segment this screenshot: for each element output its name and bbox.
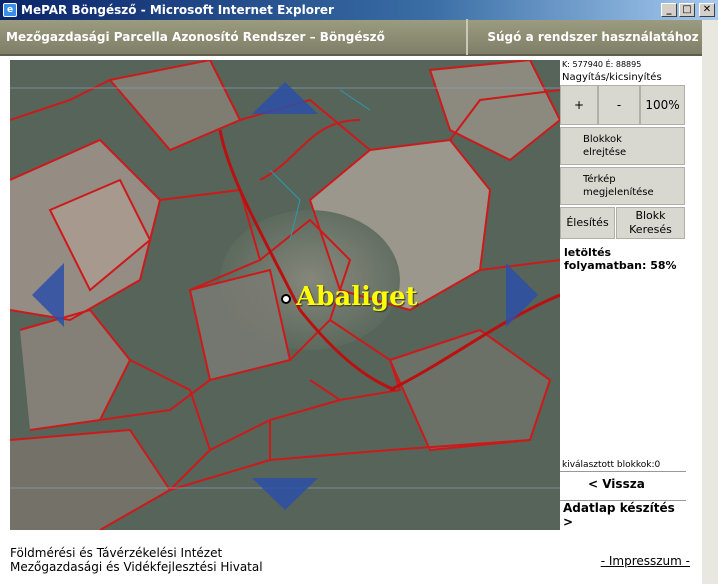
- window-title: MePAR Böngésző - Microsoft Internet Expl…: [21, 3, 334, 17]
- app-title: Mezőgazdasági Parcella Azonosító Rendsze…: [6, 30, 385, 44]
- show-map-button[interactable]: Térkép megjelenítése: [560, 167, 685, 205]
- zoom-label: Nagyítás/kicsinyítés: [562, 72, 662, 83]
- download-status-line-1: letöltés: [564, 246, 612, 259]
- create-datasheet-button[interactable]: Adatlap készítés >: [560, 501, 686, 529]
- coordinates-readout: K: 577940 É: 88895: [562, 60, 642, 69]
- vertical-scrollbar[interactable]: [702, 20, 718, 584]
- block-search-label-1: Blokk: [635, 209, 666, 222]
- place-name-label: Abaliget: [296, 282, 418, 312]
- help-link[interactable]: Súgó a rendszer használatához: [466, 19, 718, 55]
- impressum-link[interactable]: - Impresszum -: [601, 554, 690, 568]
- minimize-button[interactable]: _: [661, 3, 677, 17]
- zoom-out-button[interactable]: -: [598, 85, 640, 125]
- location-marker: [281, 294, 291, 304]
- divider: [560, 471, 686, 472]
- hide-blocks-button[interactable]: Blokkok elrejtése: [560, 127, 685, 165]
- back-button[interactable]: < Vissza: [560, 473, 686, 495]
- window-title-bar: e MePAR Böngésző - Microsoft Internet Ex…: [0, 0, 718, 20]
- ie-icon: e: [3, 3, 17, 17]
- hide-blocks-label-2: elrejtése: [583, 147, 627, 158]
- show-map-label-1: Térkép: [583, 174, 616, 185]
- maximize-button[interactable]: □: [679, 3, 695, 17]
- map-view[interactable]: Abaliget: [10, 60, 560, 530]
- control-panel: K: 577940 É: 88895 Nagyítás/kicsinyítés …: [560, 60, 686, 530]
- activate-button[interactable]: Élesítés: [560, 207, 615, 239]
- footer-organizations: Földmérési és Távérzékelési Intézet Mező…: [10, 546, 263, 574]
- footer-org-1: Földmérési és Távérzékelési Intézet: [10, 546, 223, 560]
- selected-blocks-count: kiválasztott blokkok:0: [562, 460, 661, 470]
- hide-blocks-label-1: Blokkok: [583, 134, 622, 145]
- block-search-label-2: Keresés: [629, 223, 672, 236]
- footer-org-2: Mezőgazdasági és Vidékfejlesztési Hivata…: [10, 560, 263, 574]
- app-header: Mezőgazdasági Parcella Azonosító Rendsze…: [0, 19, 718, 56]
- zoom-in-button[interactable]: +: [560, 85, 598, 125]
- download-status-line-2: folyamatban: 58%: [564, 259, 677, 272]
- download-status: letöltés folyamatban: 58%: [564, 246, 677, 272]
- close-button[interactable]: ✕: [699, 3, 715, 17]
- zoom-level-display[interactable]: 100%: [640, 85, 685, 125]
- block-search-button[interactable]: Blokk Keresés: [616, 207, 685, 239]
- show-map-label-2: megjelenítése: [583, 187, 654, 198]
